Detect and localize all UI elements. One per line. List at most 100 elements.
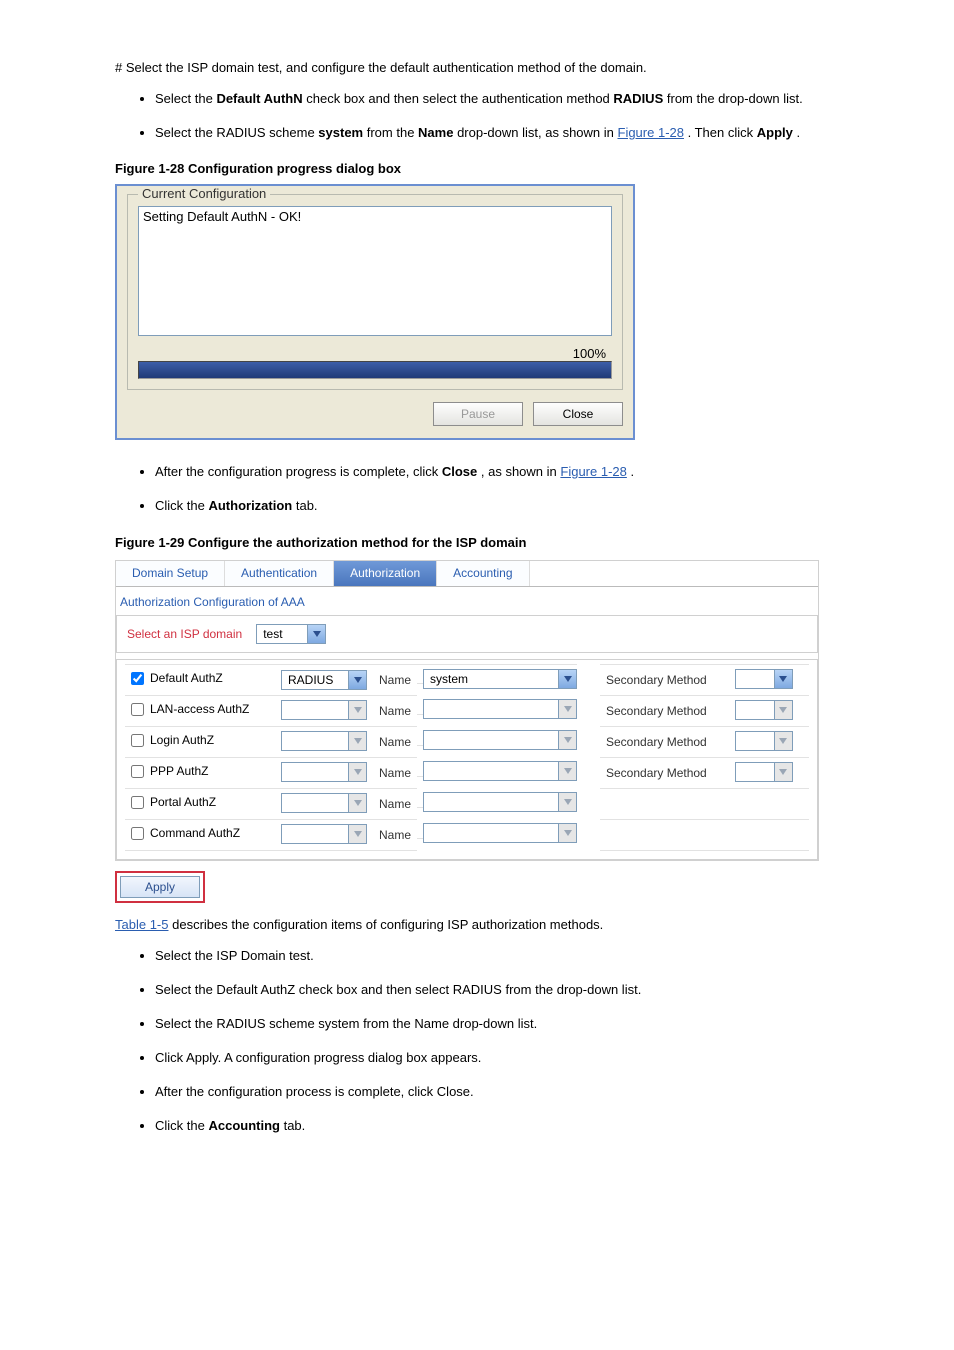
dropdown-value xyxy=(736,763,774,781)
groupbox-label: Current Configuration xyxy=(138,186,270,201)
bold: Apply xyxy=(757,125,793,140)
chevron-down-icon xyxy=(558,793,576,811)
text: check box and then select the authentica… xyxy=(306,91,613,106)
checkbox[interactable] xyxy=(131,672,144,685)
text: tab. xyxy=(284,1118,306,1133)
list-item: Select the Default AuthN check box and t… xyxy=(155,89,884,109)
secondary-method-label: Secondary Method xyxy=(600,757,729,788)
method-dropdown xyxy=(281,793,367,813)
authz-row: Portal AuthZ Name xyxy=(125,788,809,819)
authz-grid: Default AuthZ RADIUS Name system Secondary M… xyxy=(116,659,818,860)
progress-dialog: Current Configuration Setting Default Au… xyxy=(115,184,635,440)
panel-title: Authorization Configuration of AAA xyxy=(116,587,818,615)
text: tab. xyxy=(296,498,318,513)
checkbox[interactable] xyxy=(131,703,144,716)
progress-bar xyxy=(138,361,612,379)
authz-checkbox-2[interactable]: Login AuthZ xyxy=(131,733,214,747)
method-dropdown xyxy=(281,824,367,844)
intro-line: # Select the ISP domain test, and config… xyxy=(115,60,884,75)
method-dropdown[interactable]: RADIUS xyxy=(281,670,367,690)
tab-accounting[interactable]: Accounting xyxy=(437,561,529,586)
text: . xyxy=(631,464,635,479)
authz-checkbox-5[interactable]: Command AuthZ xyxy=(131,826,240,840)
figure-link[interactable]: Figure 1-28 xyxy=(560,464,626,479)
checkbox-label: Command AuthZ xyxy=(150,826,240,840)
name-dropdown[interactable]: system xyxy=(423,669,577,689)
dropdown-value xyxy=(282,825,348,843)
chevron-down-icon xyxy=(348,671,366,689)
name-label: Name xyxy=(373,757,417,788)
text: Select the RADIUS scheme xyxy=(155,125,318,140)
secondary-method-dropdown xyxy=(735,700,793,720)
dropdown-value: system xyxy=(424,670,558,688)
dropdown-value xyxy=(424,824,558,842)
text: After the configuration progress is comp… xyxy=(155,464,442,479)
checkbox-label: PPP AuthZ xyxy=(150,764,208,778)
chevron-down-icon xyxy=(558,670,576,688)
bold: RADIUS xyxy=(613,91,663,106)
dropdown-value: RADIUS xyxy=(282,671,348,689)
authz-checkbox-0[interactable]: Default AuthZ xyxy=(131,671,223,685)
tab-authorization[interactable]: Authorization xyxy=(334,561,437,586)
pause-button: Pause xyxy=(433,402,523,426)
chevron-down-icon xyxy=(307,625,325,643)
secondary-method-dropdown[interactable] xyxy=(735,669,793,689)
authz-checkbox-3[interactable]: PPP AuthZ xyxy=(131,764,208,778)
checkbox[interactable] xyxy=(131,734,144,747)
checkbox[interactable] xyxy=(131,796,144,809)
figure-link[interactable]: Figure 1-28 xyxy=(618,125,684,140)
bullet-list-3: Select the ISP Domain test. Select the D… xyxy=(115,946,884,1137)
authz-checkbox-1[interactable]: LAN-access AuthZ xyxy=(131,702,249,716)
method-dropdown xyxy=(281,700,367,720)
list-item: After the configuration process is compl… xyxy=(155,1082,884,1102)
list-item: Click the Accounting tab. xyxy=(155,1116,884,1136)
bold: system xyxy=(318,125,363,140)
checkbox-label: LAN-access AuthZ xyxy=(150,702,249,716)
text: drop-down list, as shown in xyxy=(457,125,617,140)
checkbox[interactable] xyxy=(131,765,144,778)
list-item: Select the ISP Domain test. xyxy=(155,946,884,966)
bullet-list-1: Select the Default AuthN check box and t… xyxy=(115,89,884,143)
secondary-method-dropdown xyxy=(735,731,793,751)
domain-select-label: Select an ISP domain xyxy=(127,627,242,641)
authz-row: PPP AuthZ Name Secondary Method xyxy=(125,757,809,788)
dropdown-value xyxy=(282,732,348,750)
list-item: Select the Default AuthZ check box and t… xyxy=(155,980,884,1000)
list-item: Select the RADIUS scheme system from the… xyxy=(155,123,884,143)
tab-domain-setup[interactable]: Domain Setup xyxy=(116,561,225,586)
domain-select-row: Select an ISP domain test xyxy=(116,615,818,653)
text: describes the configuration items of con… xyxy=(172,917,603,932)
apply-highlight: Apply xyxy=(115,871,205,903)
chevron-down-icon xyxy=(348,794,366,812)
name-dropdown xyxy=(423,699,577,719)
figure-caption: Figure 1-29 Configure the authorization … xyxy=(115,535,884,550)
bold: Close xyxy=(442,464,477,479)
chevron-down-icon xyxy=(774,732,792,750)
name-dropdown xyxy=(423,730,577,750)
close-button[interactable]: Close xyxy=(533,402,623,426)
apply-button[interactable]: Apply xyxy=(120,876,200,898)
text: . xyxy=(796,125,800,140)
authz-checkbox-4[interactable]: Portal AuthZ xyxy=(131,795,216,809)
checkbox-label: Login AuthZ xyxy=(150,733,214,747)
secondary-method-label: Secondary Method xyxy=(600,664,729,695)
checkbox-label: Default AuthZ xyxy=(150,671,223,685)
figure-caption: Figure 1-28 Configuration progress dialo… xyxy=(115,161,884,176)
tab-authentication[interactable]: Authentication xyxy=(225,561,334,586)
dropdown-value xyxy=(424,700,558,718)
chevron-down-icon xyxy=(348,825,366,843)
isp-domain-dropdown[interactable]: test xyxy=(256,624,326,644)
table-link[interactable]: Table 1-5 xyxy=(115,917,168,932)
chevron-down-icon xyxy=(558,731,576,749)
name-label: Name xyxy=(373,788,417,819)
text: from the drop-down list. xyxy=(667,91,803,106)
chevron-down-icon xyxy=(348,763,366,781)
list-item: After the configuration progress is comp… xyxy=(155,462,884,482)
bold: Authorization xyxy=(208,498,292,513)
checkbox[interactable] xyxy=(131,827,144,840)
chevron-down-icon xyxy=(774,701,792,719)
authz-row: Command AuthZName xyxy=(125,819,809,850)
name-label: Name xyxy=(373,726,417,757)
authz-row: LAN-access AuthZNameSecondary Method xyxy=(125,695,809,726)
table-caption-line: Table 1-5 describes the configuration it… xyxy=(115,917,884,932)
